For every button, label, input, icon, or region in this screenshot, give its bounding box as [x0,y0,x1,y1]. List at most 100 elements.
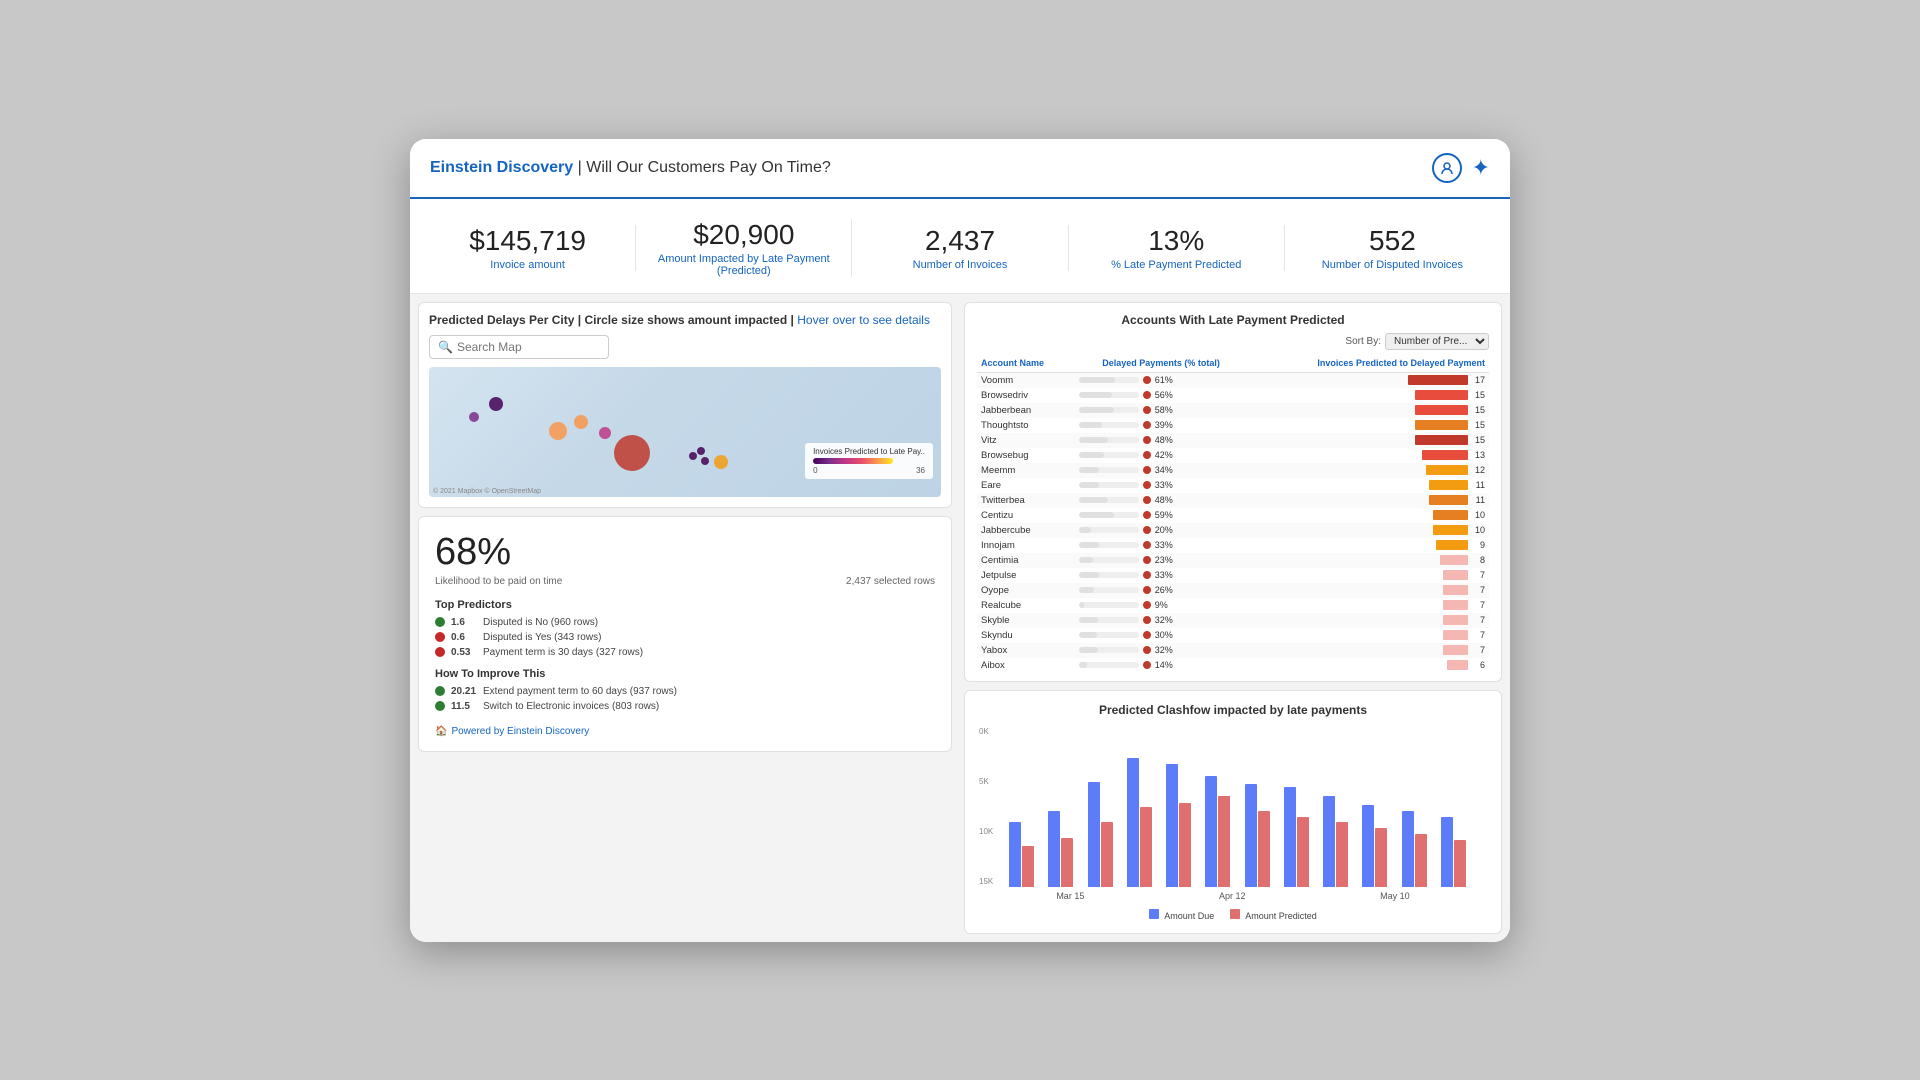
improvement-text-0: Extend payment term to 60 days (937 rows… [483,686,677,697]
map-hover-link[interactable]: Hover over to see details [797,313,930,327]
pct-bar-fill [1079,602,1084,608]
table-row: Eare 33% 11 [977,478,1489,493]
inv-cell: 13 [1247,448,1489,463]
account-name-cell: Innojam [977,538,1075,553]
map-legend-max: 36 [916,466,925,475]
bar-blue [1245,784,1257,887]
bar-blue [1166,764,1178,887]
pct-dot [1143,376,1151,384]
table-row: Jetpulse 33% 7 [977,568,1489,583]
inv-bar [1433,510,1468,520]
map-circle [549,422,567,440]
predictor-val-2: 0.53 [451,647,479,658]
predictor-val-1: 0.6 [451,632,479,643]
table-row: Skyble 32% 7 [977,613,1489,628]
powered-by-link[interactable]: 🏠 Powered by Einstein Discovery [435,726,935,737]
pct-dot [1143,436,1151,444]
inv-bar-cell: 6 [1251,660,1485,670]
pct-bar-fill [1079,407,1114,413]
account-name-cell: Eare [977,478,1075,493]
bar-group [1323,796,1359,887]
pct-bar-bg [1079,377,1139,383]
inv-value: 15 [1471,420,1485,430]
search-input[interactable] [457,340,600,354]
inv-value: 10 [1471,510,1485,520]
kpi-late-payment: $20,900 Amount Impacted by Late Payment … [636,219,852,277]
inv-cell: 9 [1247,538,1489,553]
map-legend-labels: 0 36 [813,466,925,475]
pct-bar-fill [1079,542,1099,548]
inv-bar [1443,630,1468,640]
inv-cell: 11 [1247,493,1489,508]
pct-bar-fill [1079,527,1091,533]
table-row: Voomm 61% 17 [977,372,1489,388]
map-legend: Invoices Predicted to Late Pay.. 0 36 [805,443,933,479]
sort-select[interactable]: Number of Pre... [1385,333,1489,350]
bar-blue [1402,811,1414,887]
bar-group [1245,784,1281,887]
page-title: Will Our Customers Pay On Time? [586,159,831,176]
legend-label-1: Amount Predicted [1245,911,1317,921]
inv-value: 12 [1471,465,1485,475]
legend-dot-red [1230,909,1240,919]
app-header: Einstein Discovery | Will Our Customers … [410,139,1510,199]
improvement-val-1: 11.5 [451,701,479,712]
pct-value: 48% [1155,435,1173,445]
pct-bar-bg [1079,497,1139,503]
pct-dot [1143,556,1151,564]
col-delayed-pct: Delayed Payments (% total) [1075,356,1248,373]
add-icon[interactable]: ✦ [1472,155,1490,181]
map-panel: Predicted Delays Per City | Circle size … [418,302,952,508]
predictors-list: 1.6 Disputed is No (960 rows) 0.6 Disput… [435,617,935,658]
pct-value: 33% [1155,480,1173,490]
header-separator: | [578,159,587,176]
pct-dot [1143,631,1151,639]
pct-dot [1143,661,1151,669]
stats-rows: 2,437 selected rows [846,576,935,587]
predictor-row-1: 0.6 Disputed is Yes (343 rows) [435,632,935,643]
pct-value: 23% [1155,555,1173,565]
inv-value: 7 [1471,570,1485,580]
kpi-num-invoices-value: 2,437 [862,225,1057,257]
map-circle [469,412,479,422]
pct-cell: 14% [1075,658,1248,673]
account-name-cell: Browsedriv [977,388,1075,403]
inv-value: 17 [1471,375,1485,385]
pct-value: 33% [1155,570,1173,580]
map-circle [574,415,588,429]
pct-cell: 48% [1075,433,1248,448]
pct-bar-bg [1079,422,1139,428]
table-row: Browsebug 42% 13 [977,448,1489,463]
pct-value: 59% [1155,510,1173,520]
pct-value: 14% [1155,660,1173,670]
inv-bar-cell: 15 [1251,435,1485,445]
inv-bar-cell: 9 [1251,540,1485,550]
inv-cell: 7 [1247,628,1489,643]
pct-value: 34% [1155,465,1173,475]
pct-dot [1143,406,1151,414]
inv-bar-cell: 10 [1251,510,1485,520]
pct-dot [1143,481,1151,489]
inv-cell: 7 [1247,643,1489,658]
account-name-cell: Skyble [977,613,1075,628]
pct-bar-bg [1079,602,1139,608]
chart-container: 15K 10K 5K 0K [979,727,1487,887]
inv-bar [1415,435,1468,445]
chart-bars [999,727,1487,887]
pct-cell: 34% [1075,463,1248,478]
col-inv-predicted: Invoices Predicted to Delayed Payment [1247,356,1489,373]
pct-bar-fill [1079,437,1108,443]
user-icon[interactable] [1432,153,1462,183]
pct-cell: 32% [1075,643,1248,658]
map-legend-bar [813,458,893,464]
pct-cell: 33% [1075,568,1248,583]
powered-icon: 🏠 [435,726,447,737]
pct-bar-bg [1079,512,1139,518]
pct-cell: 48% [1075,493,1248,508]
pct-bar-bg [1079,647,1139,653]
bar-group [1048,811,1084,887]
account-name-cell: Centimia [977,553,1075,568]
stats-subtitle: Likelihood to be paid on time 2,437 sele… [435,576,935,587]
improvements-list: 20.21 Extend payment term to 60 days (93… [435,686,935,712]
kpi-invoice-amount-label: Invoice amount [430,259,625,271]
